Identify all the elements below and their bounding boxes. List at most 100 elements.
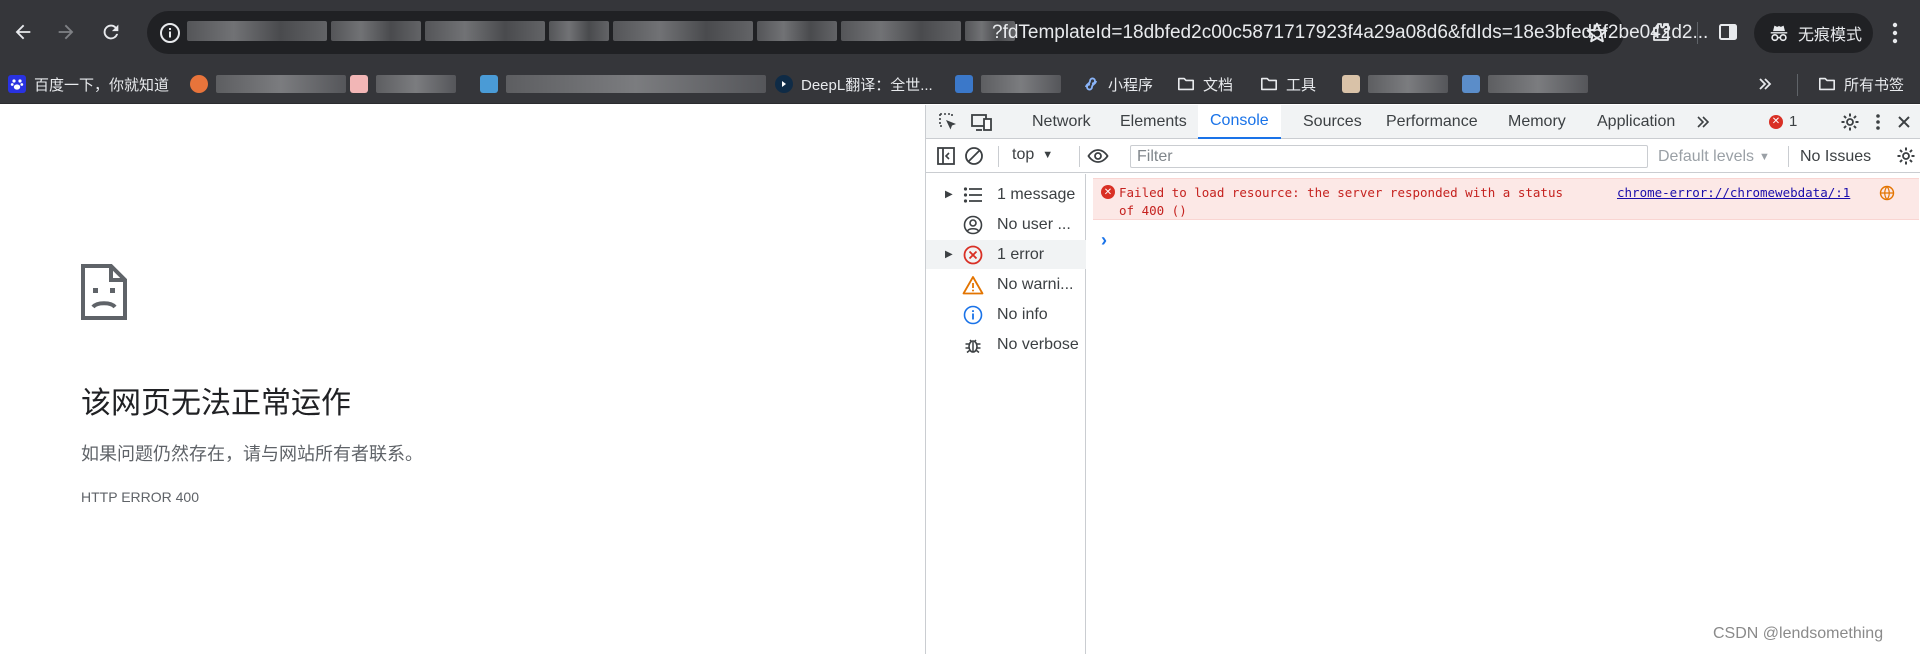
back-button[interactable] bbox=[4, 13, 42, 51]
favicon bbox=[480, 75, 498, 93]
gear-icon bbox=[1841, 113, 1859, 131]
devtools-settings-button[interactable] bbox=[1838, 111, 1862, 133]
folder-icon bbox=[1818, 75, 1836, 93]
inspect-element-button[interactable] bbox=[936, 111, 960, 133]
url-redacted bbox=[187, 21, 1015, 43]
tab-application[interactable]: Application bbox=[1593, 105, 1679, 139]
console-settings-button[interactable] bbox=[1894, 145, 1918, 167]
sidebar-item-user-messages[interactable]: No user ... bbox=[926, 210, 1086, 239]
sidebar-item-label: No user ... bbox=[997, 215, 1071, 233]
kebab-menu-icon bbox=[1892, 22, 1898, 44]
bookmark-redacted[interactable] bbox=[955, 70, 1061, 98]
toolbar-divider bbox=[1697, 22, 1698, 44]
console-messages: ✕ Failed to load resource: the server re… bbox=[1087, 174, 1920, 654]
more-bookmarks-button[interactable] bbox=[1757, 70, 1773, 98]
miniapp-icon bbox=[1082, 75, 1100, 93]
gear-icon bbox=[1897, 147, 1915, 165]
filter-input[interactable] bbox=[1130, 145, 1648, 168]
network-request-icon[interactable] bbox=[1879, 185, 1895, 201]
caret-down-icon: ▼ bbox=[1042, 149, 1054, 161]
tab-memory[interactable]: Memory bbox=[1504, 105, 1570, 139]
bookmark-redacted[interactable] bbox=[1462, 70, 1588, 98]
tab-label: Elements bbox=[1120, 113, 1187, 130]
console-toolbar: top ▼ Default levels ▼ No Issues bbox=[926, 140, 1920, 173]
tab-performance[interactable]: Performance bbox=[1382, 105, 1482, 139]
sidebar-item-info[interactable]: No info bbox=[926, 300, 1086, 329]
error-code: HTTP ERROR 400 bbox=[81, 489, 199, 505]
chevron-double-right-icon bbox=[1697, 116, 1710, 128]
sidebar-item-errors[interactable]: ▶ 1 error bbox=[926, 240, 1086, 269]
side-panel-button[interactable] bbox=[1710, 14, 1746, 50]
devtools-close-button[interactable] bbox=[1892, 111, 1916, 133]
issues-button[interactable]: No Issues bbox=[1800, 148, 1871, 166]
tab-elements[interactable]: Elements bbox=[1116, 105, 1191, 139]
address-bar[interactable]: ?fdTemplateId=18dbfed2c00c5871717923f4a2… bbox=[147, 11, 1708, 54]
browser-toolbar: ?fdTemplateId=18dbfed2c00c5871717923f4a2… bbox=[0, 0, 1920, 64]
bookmark-deepl[interactable]: DeepL翻译：全世... bbox=[775, 70, 933, 98]
devtools-menu-button[interactable] bbox=[1866, 111, 1890, 133]
puzzle-icon bbox=[1653, 23, 1669, 41]
tab-console[interactable]: Console bbox=[1198, 105, 1281, 139]
clear-console-button[interactable] bbox=[962, 145, 986, 167]
bookmark-label: 所有书签 bbox=[1844, 76, 1905, 94]
bookmark-redacted[interactable] bbox=[190, 70, 346, 98]
device-toolbar-button[interactable] bbox=[970, 111, 994, 133]
tab-label: Application bbox=[1597, 113, 1676, 130]
sidebar-item-label: 1 error bbox=[997, 245, 1045, 263]
toolbar-divider bbox=[998, 146, 999, 167]
favicon bbox=[190, 75, 208, 93]
favicon bbox=[1462, 75, 1480, 93]
deepl-icon bbox=[775, 75, 793, 93]
console-error-message[interactable]: ✕ Failed to load resource: the server re… bbox=[1093, 178, 1919, 220]
message-line: of 400 () bbox=[1119, 203, 1187, 218]
bookmark-miniapp[interactable]: 小程序 bbox=[1082, 70, 1153, 98]
incognito-badge[interactable]: 无痕模式 bbox=[1754, 13, 1873, 53]
bookmarks-bar: 百度一下，你就知道 DeepL翻译：全世... 小程序 文档 工具 所有书签 bbox=[0, 64, 1920, 104]
tab-network[interactable]: Network bbox=[1028, 105, 1095, 139]
tab-label: Performance bbox=[1386, 113, 1478, 130]
forward-button[interactable] bbox=[47, 13, 85, 51]
console-prompt[interactable]: › bbox=[1101, 230, 1107, 251]
star-icon[interactable] bbox=[1584, 20, 1610, 46]
expand-triangle-icon[interactable]: ▶ bbox=[945, 249, 953, 260]
expand-triangle-icon[interactable]: ▶ bbox=[945, 189, 953, 200]
message-line: Failed to load resource: the server resp… bbox=[1119, 185, 1564, 200]
error-icon bbox=[962, 244, 984, 266]
error-count: 1 bbox=[1789, 113, 1798, 130]
bookmark-folder-tools[interactable]: 工具 bbox=[1260, 70, 1316, 98]
favicon bbox=[1342, 75, 1360, 93]
sidebar-item-label: No info bbox=[997, 305, 1048, 323]
bug-icon bbox=[962, 334, 984, 356]
sidebar-item-messages[interactable]: ▶ 1 message bbox=[926, 180, 1086, 209]
log-levels-dropdown[interactable]: Default levels ▼ bbox=[1658, 148, 1770, 166]
error-count-badge[interactable]: ✕ 1 bbox=[1769, 113, 1797, 130]
bookmark-redacted[interactable] bbox=[350, 70, 456, 98]
incognito-label: 无痕模式 bbox=[1798, 27, 1863, 44]
browser-menu-button[interactable] bbox=[1880, 16, 1910, 50]
kebab-menu-icon bbox=[1876, 114, 1880, 130]
all-bookmarks-button[interactable]: 所有书签 bbox=[1818, 70, 1904, 98]
context-value: top bbox=[1012, 146, 1035, 163]
devtools-panel: Network Elements Console Sources Perform… bbox=[925, 105, 1920, 654]
reload-button[interactable] bbox=[92, 13, 130, 51]
message-source-link[interactable]: chrome-error://chromewebdata/:1 bbox=[1617, 184, 1850, 202]
toggle-sidebar-button[interactable] bbox=[934, 145, 958, 167]
bookmark-label: 百度一下，你就知道 bbox=[34, 76, 170, 94]
bookmark-folder-docs[interactable]: 文档 bbox=[1177, 70, 1233, 98]
site-info-button[interactable] bbox=[159, 22, 181, 44]
bookmark-redacted[interactable] bbox=[480, 70, 766, 98]
bookmark-redacted[interactable] bbox=[1342, 70, 1448, 98]
more-tabs-button[interactable] bbox=[1691, 111, 1715, 133]
live-expression-button[interactable] bbox=[1086, 145, 1110, 167]
sidebar-item-verbose[interactable]: No verbose bbox=[926, 330, 1086, 359]
context-selector[interactable]: top ▼ bbox=[1012, 146, 1053, 164]
info-icon bbox=[160, 22, 180, 43]
extensions-button[interactable] bbox=[1643, 14, 1679, 50]
sidebar-item-warnings[interactable]: No warni... bbox=[926, 270, 1086, 299]
bookmark-baidu[interactable]: 百度一下，你就知道 bbox=[8, 70, 169, 98]
forward-arrow-icon bbox=[58, 24, 74, 40]
sidebar-toggle-icon bbox=[937, 147, 955, 165]
console-sidebar: ▶ 1 message No user ... ▶ 1 error No war… bbox=[926, 174, 1086, 654]
devtools-tab-bar: Network Elements Console Sources Perform… bbox=[926, 105, 1920, 139]
tab-sources[interactable]: Sources bbox=[1299, 105, 1366, 139]
